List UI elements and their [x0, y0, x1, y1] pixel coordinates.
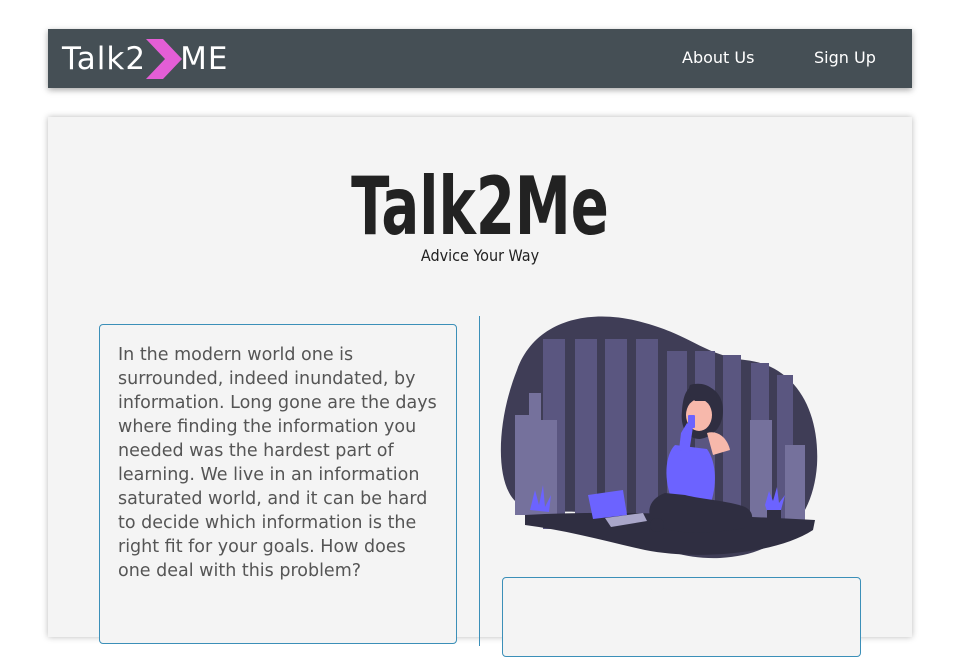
hero-title: Talk2Me — [351, 160, 609, 253]
brand-logo[interactable]: Talk2 ME — [62, 39, 228, 79]
chevron-right-icon — [146, 39, 183, 79]
hero-subtitle: Advice Your Way — [420, 246, 540, 265]
top-navbar: Talk2 ME About Us Sign Up — [48, 29, 912, 88]
brand-suffix: ME — [180, 41, 229, 77]
nav-about-us[interactable]: About Us — [682, 48, 754, 67]
woman-on-phone-city-night-illustration — [500, 316, 818, 559]
secondary-text-box — [502, 577, 861, 657]
brand-prefix: Talk2 — [62, 41, 147, 77]
column-divider — [479, 316, 480, 646]
intro-text-box: In the modern world one is surrounded, i… — [99, 324, 457, 644]
nav-sign-up[interactable]: Sign Up — [814, 48, 876, 67]
main-card: Talk2Me Advice Your Way In the modern wo… — [48, 117, 912, 657]
intro-paragraph: In the modern world one is surrounded, i… — [118, 345, 437, 581]
